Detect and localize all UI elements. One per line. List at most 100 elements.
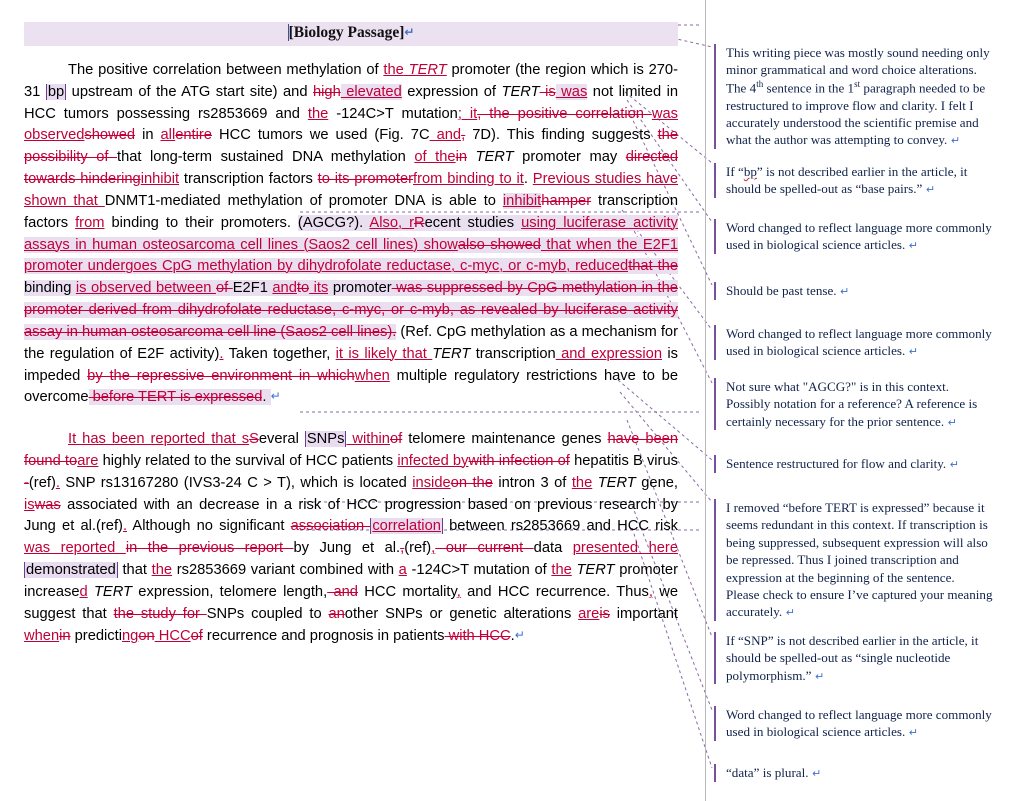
comment-bubble-11[interactable]: “data” is plural. ↵ bbox=[714, 764, 1012, 782]
comment-line: This writing piece was mostly sound need… bbox=[726, 45, 990, 60]
comment-line: used in biological science articles. ↵ bbox=[726, 343, 918, 359]
p2-seg-53: and bbox=[327, 583, 358, 600]
p1-seg-67: transcription bbox=[470, 345, 556, 362]
document-body[interactable]: [Biology Passage]↵ The positive correlat… bbox=[0, 0, 700, 801]
paragraph-1[interactable]: The positive correlation between methyla… bbox=[24, 60, 679, 409]
p1-seg-14: -124C>T mutation bbox=[328, 105, 458, 122]
comment-line: being suppressed, subsequent expression … bbox=[726, 534, 988, 550]
comments-pane[interactable]: This writing piece was mostly sound need… bbox=[706, 0, 1019, 801]
comment-bubble-7[interactable]: Sentence restructured for flow and clari… bbox=[714, 455, 1012, 473]
p1-seg-70: by the repressive environment in which bbox=[87, 367, 355, 384]
p2-seg-66: when bbox=[24, 627, 60, 644]
p2-seg-56: and HCC recurrence. Thus bbox=[460, 583, 649, 600]
p1-seg-7: elevated bbox=[340, 83, 402, 100]
comment-line: Please check to ensure I’ve captured you… bbox=[726, 587, 993, 603]
p1-seg-52: that the bbox=[628, 258, 679, 275]
p2-seg-45: a bbox=[398, 562, 407, 579]
comment-line: accurately. ↵ bbox=[726, 604, 795, 620]
paragraph-mark-icon: ↵ bbox=[944, 415, 957, 429]
comment-line: Word changed to reflect language more co… bbox=[726, 326, 992, 341]
paragraph-mark-icon: ↵ bbox=[922, 183, 936, 197]
paragraph-mark-icon: ↵ bbox=[811, 669, 825, 683]
p1-seg-2: TERT bbox=[403, 61, 447, 78]
p2-seg-73: recurrence and prognosis in patients bbox=[202, 627, 445, 644]
p2-seg-62: other SNPs or genetic alterations bbox=[344, 605, 579, 622]
paragraph-2[interactable]: It has been reported that sSeveral SNPs … bbox=[24, 429, 678, 647]
p2-seg-51: TERT bbox=[87, 583, 133, 600]
comment-line: expression at the beginning of the sente… bbox=[726, 569, 955, 585]
p1-seg-33: inhibit bbox=[140, 171, 180, 188]
comment-line: what the author was attempting to convey… bbox=[726, 132, 961, 148]
p2-seg-15: (ref) bbox=[28, 474, 56, 491]
comment-bubble-10[interactable]: Word changed to reflect language more co… bbox=[714, 706, 1012, 742]
p2-seg-50: d bbox=[79, 583, 88, 600]
p2-seg-52: expression, telomere length, bbox=[132, 583, 328, 600]
p2-seg-30: correlation bbox=[370, 518, 443, 535]
paragraph-mark-icon: ↵ bbox=[404, 25, 415, 39]
p1-seg-57: and bbox=[272, 280, 297, 297]
comment-bubble-9[interactable]: If “SNP” is not described earlier in the… bbox=[714, 632, 1012, 685]
p1-seg-10: is bbox=[539, 83, 556, 100]
comment-bubble-8[interactable]: I removed “before TERT is expressed” bec… bbox=[714, 499, 1012, 622]
p2-seg-72: of bbox=[190, 627, 203, 644]
p1-seg-6: high bbox=[312, 83, 341, 100]
comment-bubble-2[interactable]: If “bp” is not described earlier in the … bbox=[714, 163, 1012, 199]
p1-seg-18: showed bbox=[84, 127, 136, 144]
comment-line: seems redundant in this context. If tran… bbox=[726, 517, 988, 533]
comment-line: used in biological science articles. ↵ bbox=[726, 724, 918, 740]
p1-seg-34: transcription factors bbox=[179, 171, 318, 188]
paragraph-mark-icon: ↵ bbox=[270, 389, 281, 404]
p1-seg-13: the bbox=[307, 105, 329, 122]
p2-seg-46: -124C>T mutation of bbox=[406, 562, 552, 579]
p2-seg-41: demonstrated bbox=[24, 562, 118, 579]
p1-seg-8: expression of bbox=[401, 83, 502, 100]
comment-line: Possibly notation for a reference? A ref… bbox=[726, 396, 978, 412]
comment-bubble-5[interactable]: Word changed to reflect language more co… bbox=[714, 325, 1012, 361]
document-review-page: [Biology Passage]↵ The positive correlat… bbox=[0, 0, 1019, 801]
p1-seg-39: DNMT1-mediated methylation of promoter D… bbox=[104, 192, 503, 209]
paragraph-mark-icon: ↵ bbox=[514, 627, 525, 642]
p2-seg-10: infected by bbox=[397, 453, 469, 469]
p1-seg-16: , the positive correlation bbox=[477, 105, 652, 122]
paragraph-mark-icon: ↵ bbox=[782, 606, 795, 620]
p1-seg-55: of bbox=[216, 280, 233, 297]
p2-seg-20: intron 3 of bbox=[492, 474, 572, 491]
p2-seg-11: with infection of bbox=[468, 453, 570, 469]
paragraph-mark-icon: ↵ bbox=[905, 345, 918, 359]
p2-seg-69: ng bbox=[122, 627, 139, 644]
comment-bubble-6[interactable]: Not sure what "AGCG?" is in this context… bbox=[714, 378, 1012, 431]
p1-seg-31: promoter may bbox=[513, 149, 626, 166]
comment-line: certainly necessary for the prior senten… bbox=[726, 413, 957, 429]
p1-seg-11: was bbox=[555, 83, 588, 100]
comment-bubble-4[interactable]: Should be past tense. ↵ bbox=[714, 282, 1012, 300]
p1-seg-37: . bbox=[523, 171, 533, 188]
comment-bubble-1[interactable]: This writing piece was mostly sound need… bbox=[714, 44, 1012, 150]
p1-seg-30: TERT bbox=[467, 149, 514, 166]
p2-seg-61: an bbox=[328, 605, 345, 622]
p1-seg-35: to its promoter bbox=[317, 171, 414, 188]
p2-seg-36: (ref) bbox=[404, 540, 432, 557]
p2-seg-44: rs2853669 variant combined with bbox=[172, 562, 399, 579]
p2-seg-68: predicti bbox=[70, 627, 122, 644]
p2-seg-12: hepatitis B virus bbox=[569, 453, 678, 469]
p1-seg-23: and bbox=[429, 127, 462, 144]
p2-seg-74: with HCC bbox=[444, 627, 511, 644]
comment-bubble-3[interactable]: Word changed to reflect language more co… bbox=[714, 219, 1012, 255]
p1-seg-64: Taken together, bbox=[223, 345, 336, 362]
p1-seg-21: entire bbox=[175, 127, 212, 144]
p2-seg-67: in bbox=[59, 627, 71, 644]
p1-seg-59: its bbox=[309, 280, 329, 297]
p2-seg-47: the bbox=[551, 562, 572, 579]
paragraph-mark-icon: ↵ bbox=[836, 285, 850, 298]
p2-seg-25: was bbox=[34, 496, 61, 513]
p1-seg-25: 7D). This finding suggests bbox=[465, 127, 658, 144]
paragraph-mark-icon: ↵ bbox=[946, 458, 959, 471]
p2-seg-43: the bbox=[151, 562, 173, 579]
p2-seg-64: is bbox=[599, 605, 610, 622]
comment-line: Sentence restructured for flow and clari… bbox=[726, 456, 959, 471]
p1-seg-54: is observed between bbox=[75, 280, 216, 297]
p2-seg-23: gene, bbox=[635, 474, 678, 491]
comment-line: polymorphism.” ↵ bbox=[726, 667, 825, 683]
comment-line: Word changed to reflect language more co… bbox=[726, 220, 992, 235]
p2-seg-40: presented here bbox=[572, 540, 678, 557]
